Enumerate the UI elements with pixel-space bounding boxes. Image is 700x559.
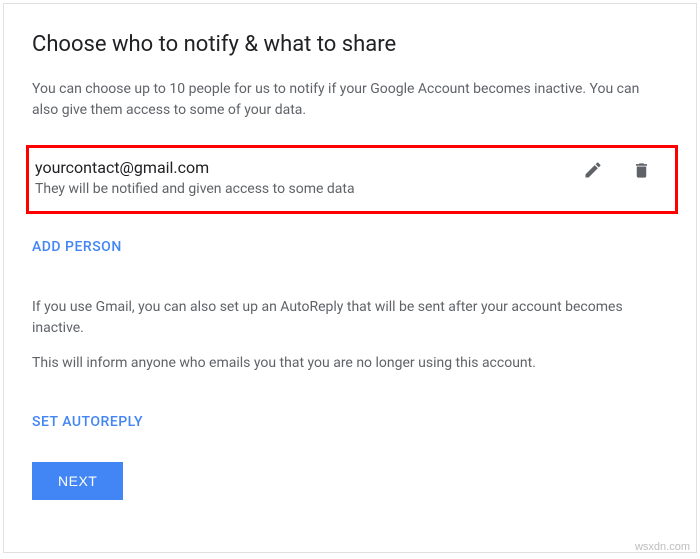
autoreply-text-1: If you use Gmail, you can also set up an… — [32, 297, 668, 339]
delete-icon[interactable] — [631, 160, 651, 180]
autoreply-text-2: This will inform anyone who emails you t… — [32, 353, 668, 374]
contact-actions — [583, 158, 659, 180]
watermark: wsxdn.com — [635, 541, 690, 553]
contact-email: yourcontact@gmail.com — [35, 158, 583, 177]
add-person-link[interactable]: ADD PERSON — [32, 239, 122, 255]
next-button[interactable]: NEXT — [32, 462, 123, 500]
contact-info: yourcontact@gmail.com They will be notif… — [35, 158, 583, 197]
set-autoreply-link[interactable]: SET AUTOREPLY — [32, 414, 143, 430]
page-title: Choose who to notify & what to share — [32, 32, 668, 57]
edit-icon[interactable] — [583, 160, 603, 180]
contact-row[interactable]: yourcontact@gmail.com They will be notif… — [26, 145, 678, 214]
settings-panel: Choose who to notify & what to share You… — [3, 3, 697, 553]
intro-text: You can choose up to 10 people for us to… — [32, 79, 668, 121]
contact-description: They will be notified and given access t… — [35, 181, 583, 197]
